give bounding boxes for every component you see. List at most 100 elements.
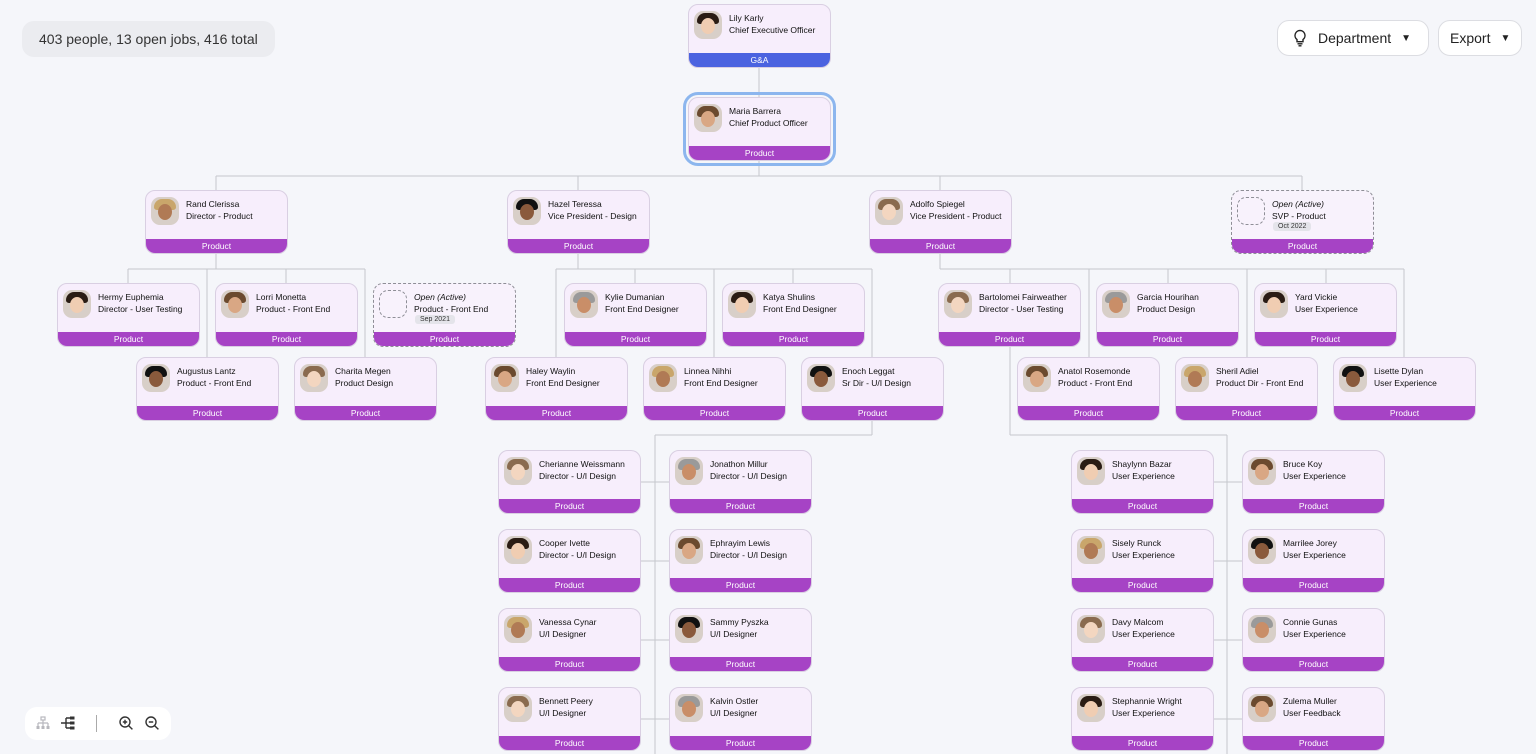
person-card[interactable]: Augustus Lantz Product - Front End Product bbox=[136, 357, 279, 421]
job-title: Product Dir - Front End bbox=[1216, 378, 1304, 388]
person-card[interactable]: Yard Vickie User Experience Product bbox=[1254, 283, 1397, 347]
person-card[interactable]: Stephannie Wright User Experience Product bbox=[1071, 687, 1214, 751]
person-card[interactable]: Lily Karly Chief Executive Officer G&A bbox=[688, 4, 831, 68]
job-title: User Experience bbox=[1112, 550, 1175, 560]
avatar bbox=[1077, 615, 1105, 643]
avatar-face bbox=[1084, 622, 1098, 638]
avatar-face bbox=[1255, 701, 1269, 717]
person-card[interactable]: Connie Gunas User Experience Product bbox=[1242, 608, 1385, 672]
person-name: Bruce Koy bbox=[1283, 459, 1323, 469]
job-title: User Experience bbox=[1283, 629, 1346, 639]
department-bar: Product bbox=[670, 578, 811, 592]
person-card[interactable]: Rand Clerissa Director - Product Product bbox=[145, 190, 288, 254]
person-card[interactable]: Jonathon Millur Director - U/I Design Prod… bbox=[669, 450, 812, 514]
job-title: Director - User Testing bbox=[98, 304, 183, 314]
job-title: User Experience bbox=[1295, 304, 1358, 314]
person-card[interactable]: Davy Malcom User Experience Product bbox=[1071, 608, 1214, 672]
person-card[interactable]: Hermy Euphemia Director - User Testing Pro… bbox=[57, 283, 200, 347]
avatar-face bbox=[682, 543, 696, 559]
lightbulb-icon bbox=[1294, 29, 1306, 47]
department-dropdown[interactable]: Department ▼ bbox=[1277, 20, 1429, 56]
vertical-layout-icon[interactable] bbox=[35, 715, 51, 731]
org-chart-canvas[interactable]: Lily Karly Chief Executive Officer G&A Mari… bbox=[0, 0, 1536, 754]
job-title: Product Design bbox=[335, 378, 394, 388]
person-name: Bartolomei Fairweather bbox=[979, 292, 1067, 302]
headcount-summary: 403 people, 13 open jobs, 416 total bbox=[22, 21, 275, 57]
avatar bbox=[1339, 364, 1367, 392]
person-card[interactable]: Maria Barrera Chief Product Officer Produc… bbox=[683, 92, 836, 166]
person-name: Maria Barrera bbox=[729, 106, 781, 116]
person-card[interactable]: Marrilee Jorey User Experience Product bbox=[1242, 529, 1385, 593]
avatar bbox=[694, 11, 722, 39]
avatar bbox=[807, 364, 835, 392]
person-name: Stephannie Wright bbox=[1112, 696, 1182, 706]
department-bar: Product bbox=[670, 499, 811, 513]
avatar-face bbox=[307, 371, 321, 387]
department-bar: Product bbox=[1097, 332, 1238, 346]
avatar bbox=[504, 536, 532, 564]
person-card[interactable]: Hazel Teressa Vice President - Design Prod… bbox=[507, 190, 650, 254]
department-bar: Product bbox=[499, 499, 640, 513]
department-bar: Product bbox=[499, 578, 640, 592]
person-card[interactable]: Sheril Adiel Product Dir - Front End Produ… bbox=[1175, 357, 1318, 421]
person-card[interactable]: Bartolomei Fairweather Director - User Te… bbox=[938, 283, 1081, 347]
toolbar-divider bbox=[96, 715, 97, 732]
department-bar: Product bbox=[1334, 406, 1475, 420]
person-card[interactable]: Vanessa Cynar U/I Designer Product bbox=[498, 608, 641, 672]
export-button[interactable]: Export ▼ bbox=[1438, 20, 1522, 56]
person-card[interactable]: Sammy Pyszka U/I Designer Product bbox=[669, 608, 812, 672]
person-name: Yard Vickie bbox=[1295, 292, 1338, 302]
person-name: Hermy Euphemia bbox=[98, 292, 164, 302]
department-bar: Product bbox=[58, 332, 199, 346]
person-name: Cooper Ivette bbox=[539, 538, 591, 548]
avatar bbox=[1077, 536, 1105, 564]
person-card[interactable]: Haley Waylin Front End Designer Product bbox=[485, 357, 628, 421]
avatar-face bbox=[1084, 543, 1098, 559]
person-card[interactable]: Cooper Ivette Director - U/I Design Produc… bbox=[498, 529, 641, 593]
person-card[interactable]: Zulema Muller User Feedback Product bbox=[1242, 687, 1385, 751]
horizontal-layout-icon[interactable] bbox=[60, 715, 76, 731]
person-card[interactable]: Katya Shulins Front End Designer Product bbox=[722, 283, 865, 347]
person-card[interactable]: Anatol Rosemonde Product - Front End Produ… bbox=[1017, 357, 1160, 421]
open-position-card[interactable]: Open (Active) Product - Front End Sep 2021… bbox=[373, 283, 516, 347]
person-card[interactable]: Adolfo Spiegel Vice President - Product Pr… bbox=[869, 190, 1012, 254]
avatar-face bbox=[1188, 371, 1202, 387]
person-card[interactable]: Garcia Hourihan Product Design Product bbox=[1096, 283, 1239, 347]
person-card[interactable]: Lisette Dylan User Experience Product bbox=[1333, 357, 1476, 421]
person-card[interactable]: Bruce Koy User Experience Product bbox=[1242, 450, 1385, 514]
zoom-out-icon[interactable] bbox=[144, 715, 160, 731]
department-bar: Product bbox=[1018, 406, 1159, 420]
person-name: Davy Malcom bbox=[1112, 617, 1164, 627]
department-bar: Product bbox=[802, 406, 943, 420]
avatar-face bbox=[951, 297, 965, 313]
job-title: Front End Designer bbox=[526, 378, 600, 388]
avatar-face bbox=[682, 622, 696, 638]
avatar-face bbox=[520, 204, 534, 220]
person-card[interactable]: Enoch Leggat Sr Dir - U/I Design Product bbox=[801, 357, 944, 421]
department-bar: Product bbox=[1176, 406, 1317, 420]
person-card[interactable]: Kalvin Ostler U/I Designer Product bbox=[669, 687, 812, 751]
avatar bbox=[570, 290, 598, 318]
person-card[interactable]: Kylie Dumanian Front End Designer Product bbox=[564, 283, 707, 347]
person-card[interactable]: Linnea Nihhi Front End Designer Product bbox=[643, 357, 786, 421]
avatar-face bbox=[1255, 543, 1269, 559]
person-card[interactable]: Charita Megen Product Design Product bbox=[294, 357, 437, 421]
person-card[interactable]: Lorri Monetta Product - Front End Product bbox=[215, 283, 358, 347]
avatar-face bbox=[814, 371, 828, 387]
job-title: User Experience bbox=[1283, 471, 1346, 481]
open-position-card[interactable]: Open (Active) SVP - Product Oct 2022 Produc… bbox=[1231, 190, 1374, 254]
person-card[interactable]: Cherianne Weissmann Director - U/I Design… bbox=[498, 450, 641, 514]
avatar-face bbox=[701, 111, 715, 127]
person-card[interactable]: Sisely Runck User Experience Product bbox=[1071, 529, 1214, 593]
department-bar: Product bbox=[670, 736, 811, 750]
placeholder-avatar bbox=[379, 290, 407, 318]
person-card[interactable]: Ephrayim Lewis Director - U/I Design Produ… bbox=[669, 529, 812, 593]
job-title: User Feedback bbox=[1283, 708, 1341, 718]
person-card[interactable]: Shaylynn Bazar User Experience Product bbox=[1071, 450, 1214, 514]
job-title: Director - U/I Design bbox=[710, 550, 787, 560]
zoom-in-icon[interactable] bbox=[118, 715, 134, 731]
department-bar: Product bbox=[486, 406, 627, 420]
person-name: Ephrayim Lewis bbox=[710, 538, 770, 548]
job-title: User Experience bbox=[1112, 708, 1175, 718]
person-card[interactable]: Bennett Peery U/I Designer Product bbox=[498, 687, 641, 751]
